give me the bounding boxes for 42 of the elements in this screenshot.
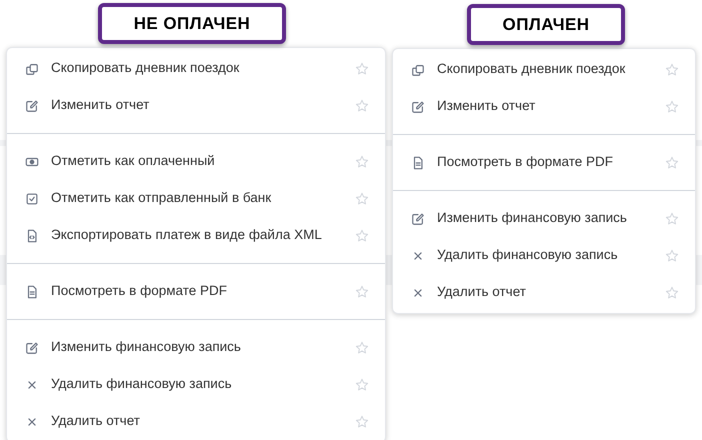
menu-item[interactable]: Удалить финансовую запись: [437, 245, 655, 266]
menu-item[interactable]: Изменить отчет: [437, 96, 655, 117]
edit-icon: [411, 100, 425, 114]
star-icon[interactable]: [665, 100, 679, 114]
star-icon[interactable]: [355, 98, 369, 112]
star-icon[interactable]: [355, 228, 369, 242]
star-icon[interactable]: [355, 284, 369, 298]
copy-icon: [411, 62, 425, 76]
menu-item[interactable]: Скопировать дневник поездок: [51, 58, 345, 79]
edit-icon: [25, 340, 39, 354]
star-icon[interactable]: [355, 414, 369, 428]
star-icon[interactable]: [355, 192, 369, 206]
menu-item[interactable]: Удалить отчет: [51, 411, 345, 432]
code-file-icon: [25, 228, 39, 242]
copy-icon: [25, 62, 39, 76]
menu-item[interactable]: Изменить финансовую запись: [437, 208, 655, 229]
star-icon[interactable]: [665, 156, 679, 170]
edit-icon: [25, 98, 39, 112]
star-icon[interactable]: [665, 286, 679, 300]
menu-item[interactable]: Экспортировать платеж в виде файла XML: [51, 225, 345, 246]
star-icon[interactable]: [665, 212, 679, 226]
document-icon: [25, 284, 39, 298]
star-icon[interactable]: [355, 340, 369, 354]
menu-item[interactable]: Скопировать дневник поездок: [437, 59, 655, 80]
star-icon[interactable]: [355, 154, 369, 168]
menu-item[interactable]: Изменить отчет: [51, 95, 345, 116]
menu-item[interactable]: Посмотреть в формате PDF: [51, 281, 345, 302]
menu-item[interactable]: Удалить отчет: [437, 282, 655, 303]
star-icon[interactable]: [355, 62, 369, 76]
menu-item[interactable]: Изменить финансовую запись: [51, 337, 345, 358]
status-label: ОПЛАЧЕН: [466, 4, 626, 45]
document-icon: [411, 156, 425, 170]
menu-item[interactable]: Посмотреть в формате PDF: [437, 152, 655, 173]
star-icon[interactable]: [665, 62, 679, 76]
status-label: НЕ ОПЛАЧЕН: [98, 3, 286, 44]
star-icon[interactable]: [665, 248, 679, 262]
menu-item[interactable]: Отметить как отправленный в банк: [51, 188, 345, 209]
checkbox-icon: [25, 192, 39, 206]
star-icon[interactable]: [355, 378, 369, 392]
menu-item[interactable]: Отметить как оплаченный: [51, 151, 345, 172]
menu-item[interactable]: Удалить финансовую запись: [51, 374, 345, 395]
edit-icon: [411, 212, 425, 226]
